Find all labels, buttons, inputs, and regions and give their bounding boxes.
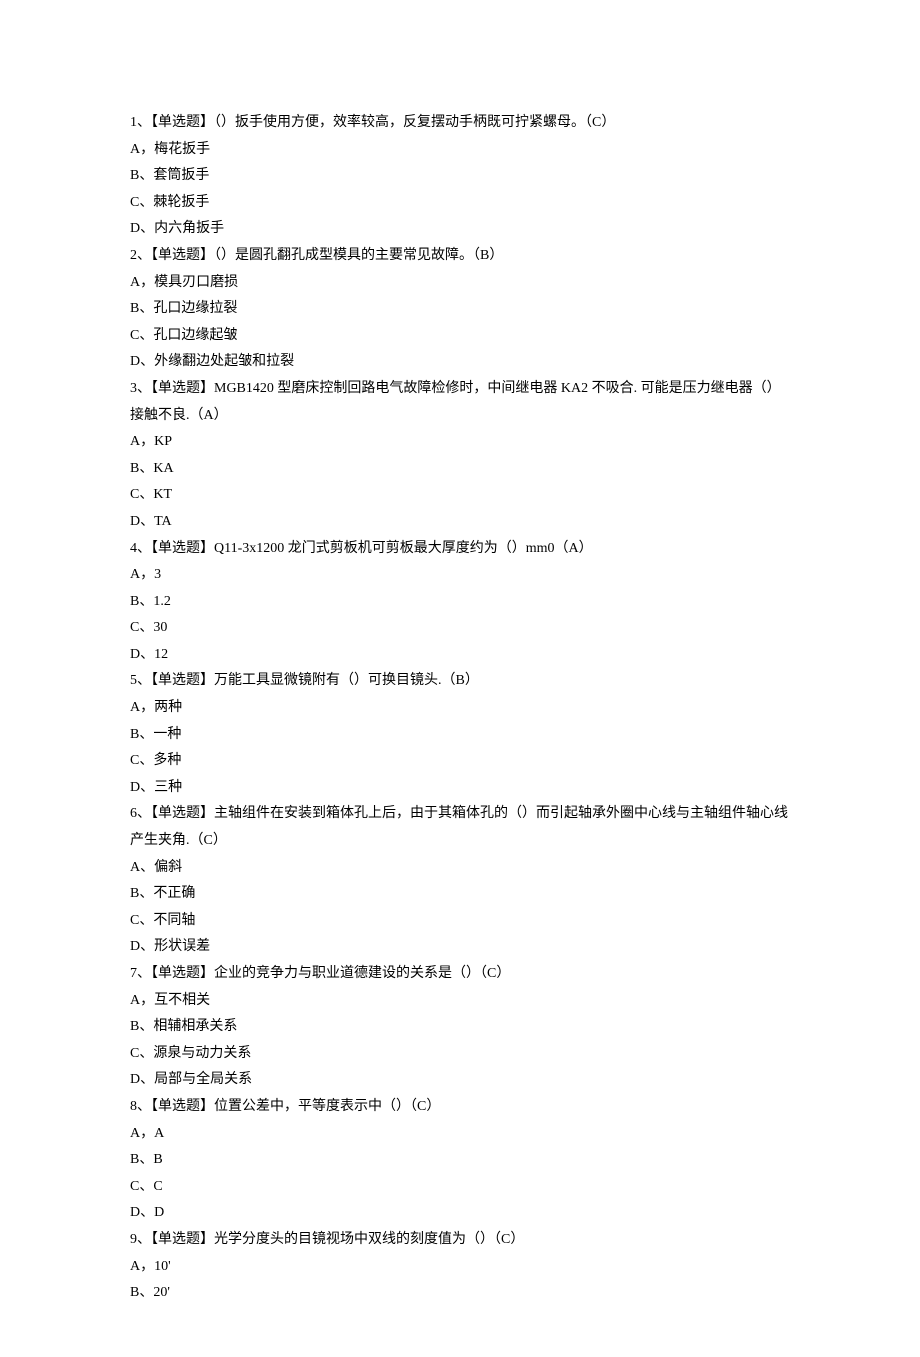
option-b: B、孔口边缘拉裂 <box>130 296 790 323</box>
question-block-6: 6、【单选题】主轴组件在安装到箱体孔上后，由于其箱体孔的（）而引起轴承外圈中心线… <box>130 801 790 961</box>
question-prompt: 9、【单选题】光学分度头的目镜视场中双线的刻度值为（）（C） <box>130 1227 790 1254</box>
option-a: A，两种 <box>130 695 790 722</box>
option-a: A，梅花扳手 <box>130 137 790 164</box>
option-d: D、D <box>130 1200 790 1227</box>
option-c: C、孔口边缘起皱 <box>130 323 790 350</box>
question-block-3: 3、【单选题】MGB1420 型磨床控制回路电气故障检修时，中间继电器 KA2 … <box>130 376 790 536</box>
question-block-8: 8、【单选题】位置公差中，平等度表示中（）（C） A，A B、B C、C D、D <box>130 1094 790 1227</box>
option-b: B、B <box>130 1147 790 1174</box>
option-c: C、不同轴 <box>130 908 790 935</box>
question-prompt: 8、【单选题】位置公差中，平等度表示中（）（C） <box>130 1094 790 1121</box>
option-d: D、TA <box>130 509 790 536</box>
option-b: B、KA <box>130 456 790 483</box>
option-c: C、KT <box>130 482 790 509</box>
question-prompt: 4、【单选题】Q11-3x1200 龙门式剪板机可剪板最大厚度约为（）mm0（A… <box>130 536 790 563</box>
option-d: D、内六角扳手 <box>130 216 790 243</box>
question-block-9: 9、【单选题】光学分度头的目镜视场中双线的刻度值为（）（C） A，10' B、2… <box>130 1227 790 1307</box>
option-b: B、不正确 <box>130 881 790 908</box>
question-prompt: 2、【单选题】（）是圆孔翻孔成型模具的主要常见故障。（B） <box>130 243 790 270</box>
question-block-5: 5、【单选题】万能工具显微镜附有（）可换目镜头.（B） A，两种 B、一种 C、… <box>130 668 790 801</box>
option-a: A、偏斜 <box>130 855 790 882</box>
option-c: C、30 <box>130 615 790 642</box>
option-c: C、源泉与动力关系 <box>130 1041 790 1068</box>
option-c: C、多种 <box>130 748 790 775</box>
option-b: B、20' <box>130 1280 790 1307</box>
question-prompt: 6、【单选题】主轴组件在安装到箱体孔上后，由于其箱体孔的（）而引起轴承外圈中心线… <box>130 801 790 854</box>
question-prompt: 7、【单选题】企业的竞争力与职业道德建设的关系是（）（C） <box>130 961 790 988</box>
question-prompt: 1、【单选题】（）扳手使用方便，效率较高，反复摆动手柄既可拧紧螺母。（C） <box>130 110 790 137</box>
option-a: A，KP <box>130 429 790 456</box>
option-a: A，模具刃口磨损 <box>130 270 790 297</box>
question-prompt: 5、【单选题】万能工具显微镜附有（）可换目镜头.（B） <box>130 668 790 695</box>
option-a: A，互不相关 <box>130 988 790 1015</box>
option-c: C、棘轮扳手 <box>130 190 790 217</box>
option-a: A，3 <box>130 562 790 589</box>
option-b: B、相辅相承关系 <box>130 1014 790 1041</box>
question-prompt: 3、【单选题】MGB1420 型磨床控制回路电气故障检修时，中间继电器 KA2 … <box>130 376 790 429</box>
option-d: D、外缘翻边处起皱和拉裂 <box>130 349 790 376</box>
question-block-7: 7、【单选题】企业的竞争力与职业道德建设的关系是（）（C） A，互不相关 B、相… <box>130 961 790 1094</box>
question-block-4: 4、【单选题】Q11-3x1200 龙门式剪板机可剪板最大厚度约为（）mm0（A… <box>130 536 790 669</box>
question-block-1: 1、【单选题】（）扳手使用方便，效率较高，反复摆动手柄既可拧紧螺母。（C） A，… <box>130 110 790 243</box>
option-d: D、局部与全局关系 <box>130 1067 790 1094</box>
option-d: D、三种 <box>130 775 790 802</box>
option-d: D、12 <box>130 642 790 669</box>
document-content: 1、【单选题】（）扳手使用方便，效率较高，反复摆动手柄既可拧紧螺母。（C） A，… <box>130 110 790 1307</box>
option-b: B、套筒扳手 <box>130 163 790 190</box>
option-b: B、1.2 <box>130 589 790 616</box>
question-block-2: 2、【单选题】（）是圆孔翻孔成型模具的主要常见故障。（B） A，模具刃口磨损 B… <box>130 243 790 376</box>
option-d: D、形状误差 <box>130 934 790 961</box>
option-a: A，10' <box>130 1254 790 1281</box>
option-b: B、一种 <box>130 722 790 749</box>
option-a: A，A <box>130 1121 790 1148</box>
option-c: C、C <box>130 1174 790 1201</box>
